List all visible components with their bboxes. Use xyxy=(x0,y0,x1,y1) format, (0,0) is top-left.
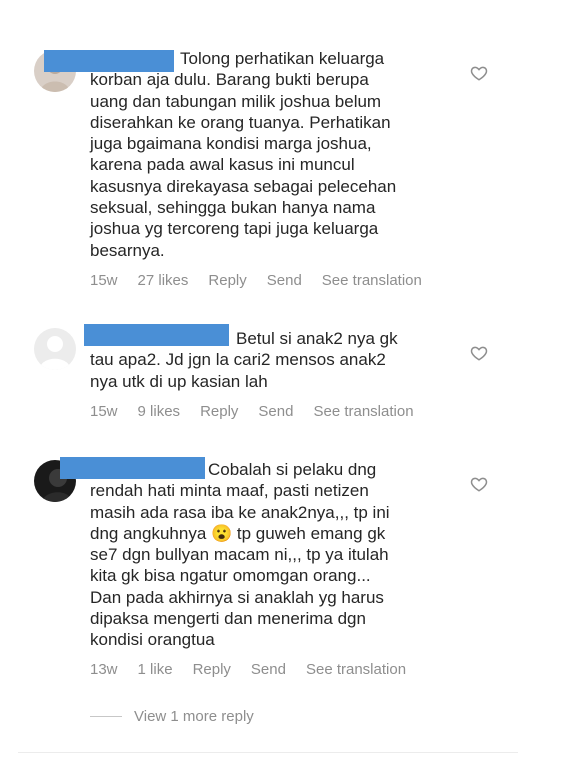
send-button[interactable]: Send xyxy=(267,272,302,289)
see-translation-button[interactable]: See translation xyxy=(322,272,422,289)
timestamp: 15w xyxy=(90,272,118,289)
likes-count[interactable]: 27 likes xyxy=(138,272,189,289)
view-more-label: View 1 more reply xyxy=(134,708,254,725)
comment-meta: 13w 1 like Reply Send See translation xyxy=(90,661,426,678)
likes-count[interactable]: 9 likes xyxy=(138,403,181,420)
send-button[interactable]: Send xyxy=(258,403,293,420)
comment-text: Cobalah si pelaku dng rendah hati minta … xyxy=(90,459,390,651)
comment-text: Betul si anak2 nya gk tau apa2. Jd jgn l… xyxy=(90,329,398,391)
default-avatar-icon[interactable] xyxy=(34,328,76,370)
see-translation-button[interactable]: See translation xyxy=(306,661,406,678)
comment-meta: 15w 27 likes Reply Send See translation xyxy=(90,272,442,289)
see-translation-button[interactable]: See translation xyxy=(313,403,413,420)
heart-outline-icon[interactable] xyxy=(470,475,488,493)
comment-meta: 15w 9 likes Reply Send See translation xyxy=(90,403,434,420)
divider xyxy=(18,752,518,753)
heart-outline-icon[interactable] xyxy=(470,344,488,362)
comment-text: Tolong perhatikan keluarga korban aja du… xyxy=(90,49,397,260)
heart-outline-icon[interactable] xyxy=(470,64,488,82)
reply-button[interactable]: Reply xyxy=(208,272,246,289)
send-button[interactable]: Send xyxy=(251,661,286,678)
reply-button[interactable]: Reply xyxy=(193,661,231,678)
reply-button[interactable]: Reply xyxy=(200,403,238,420)
view-more-replies-button[interactable]: View 1 more reply xyxy=(90,708,254,725)
timestamp: 13w xyxy=(90,661,118,678)
timestamp: 15w xyxy=(90,403,118,420)
divider-line xyxy=(90,716,122,717)
surprised-emoji-icon: 😮 xyxy=(211,523,233,543)
likes-count[interactable]: 1 like xyxy=(138,661,173,678)
